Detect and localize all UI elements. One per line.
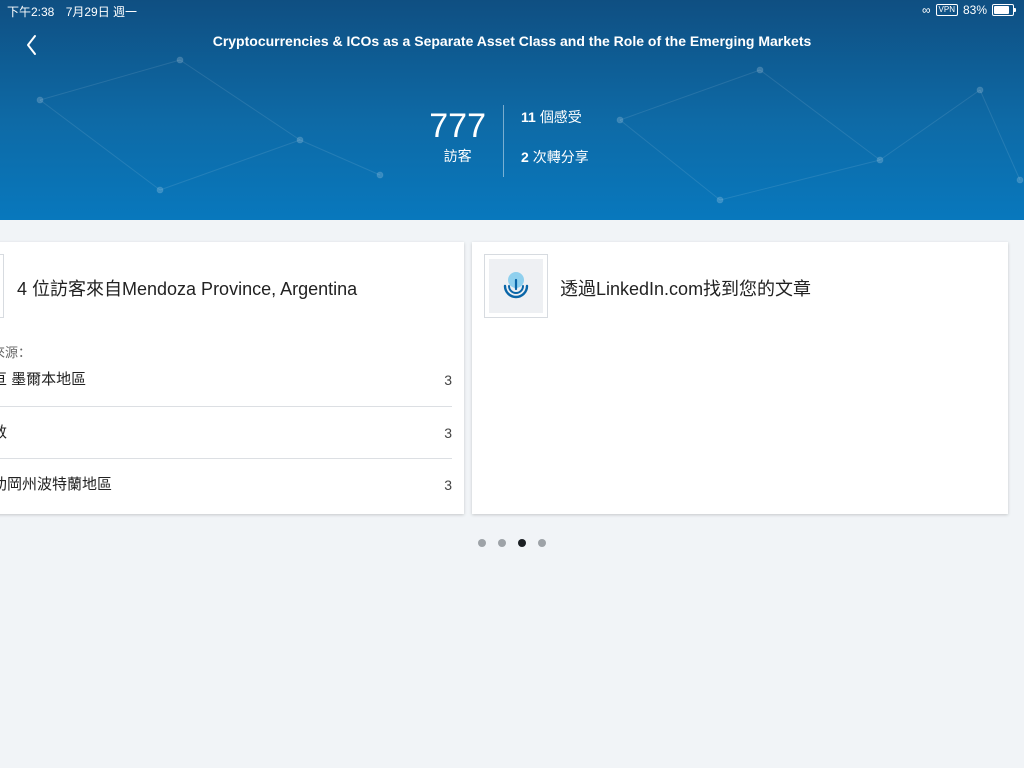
list-item[interactable]: 敦 3 xyxy=(0,406,452,459)
linkedin-thumbnail xyxy=(484,254,548,318)
page-dot-active[interactable] xyxy=(518,539,526,547)
page-dot[interactable] xyxy=(498,539,506,547)
back-button[interactable] xyxy=(20,30,44,60)
list-item-count: 3 xyxy=(444,372,452,388)
stats-summary: 777 訪客 11 個感受 2 次轉分享 xyxy=(0,100,1024,180)
reshares-count: 2 xyxy=(521,149,529,165)
list-item-name: 肋岡州波特蘭地區 xyxy=(0,476,113,493)
list-item-name: 亘 墨爾本地區 xyxy=(0,371,87,388)
hero-header: 下午2:38 7月29日 週一 ∞ VPN 83% Cryptocurrenci… xyxy=(0,0,1024,220)
reactions-label: 個感受 xyxy=(539,109,582,125)
list-item[interactable]: 亘 墨爾本地區 3 xyxy=(0,354,452,406)
reshares-label: 次轉分享 xyxy=(532,149,589,165)
card-headline: 4 位訪客來自Mendoza Province, Argentina xyxy=(17,279,358,299)
vpn-badge: VPN xyxy=(935,4,958,16)
chevron-left-icon xyxy=(27,35,36,55)
stats-divider xyxy=(503,105,504,177)
page-dot[interactable] xyxy=(478,539,486,547)
status-time: 下午2:38 xyxy=(7,5,55,19)
page-title: Cryptocurrencies & ICOs as a Separate As… xyxy=(212,33,812,49)
list-item-name: 敦 xyxy=(0,407,7,459)
target-icon xyxy=(503,272,529,299)
card-headline: 透過LinkedIn.com找到您的文章 xyxy=(560,279,812,299)
status-date: 7月29日 週一 xyxy=(65,5,138,19)
list-item[interactable]: 肋岡州波特蘭地區 3 xyxy=(0,458,452,511)
visitors-stat[interactable]: 777 訪客 xyxy=(429,106,486,166)
visitors-count: 777 xyxy=(429,107,486,145)
referrer-card[interactable]: 透過LinkedIn.com找到您的文章 xyxy=(472,242,1008,514)
page-indicator[interactable] xyxy=(478,539,546,547)
list-item-count: 3 xyxy=(444,425,452,441)
reactions-count: 11 xyxy=(521,109,536,125)
status-bar: 下午2:38 7月29日 週一 ∞ VPN 83% xyxy=(0,0,1024,20)
battery-percent: 83% xyxy=(962,3,987,17)
link-icon: ∞ xyxy=(921,3,931,17)
reactions-stat[interactable]: 11 個感受 xyxy=(521,107,582,127)
location-thumbnail xyxy=(0,254,4,318)
visitors-label: 訪客 xyxy=(443,148,472,164)
visitor-location-card[interactable]: 4 位訪客來自Mendoza Province, Argentina 來源： 亘… xyxy=(0,242,464,514)
battery-icon xyxy=(992,4,1016,16)
list-item-count: 3 xyxy=(444,477,452,493)
reshares-stat[interactable]: 2 次轉分享 xyxy=(521,147,589,167)
page-dot[interactable] xyxy=(538,539,546,547)
